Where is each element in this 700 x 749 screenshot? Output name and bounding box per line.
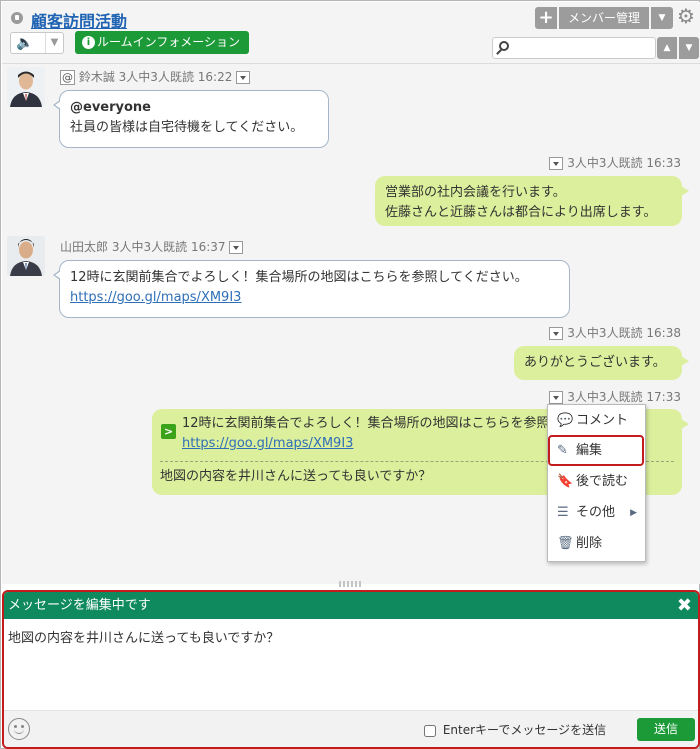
search-icon [499, 41, 509, 51]
editor-header: メッセージを編集中です ✖ [4, 592, 698, 619]
message-bubble[interactable]: ありがとうございます。 [514, 346, 689, 380]
resize-handle[interactable] [339, 581, 363, 587]
message-bubble[interactable]: @everyone 社員の皆様は自宅待機をしてください。 [53, 90, 329, 148]
message-context-menu: 💬 コメント ✎ 編集 🔖 後で読む ☰ その他 ▶ 🗑 削除 [547, 404, 646, 562]
timestamp: 16:37 [190, 240, 226, 254]
avatar-photo [7, 236, 45, 276]
editor-status-label: メッセージを編集中です [8, 598, 151, 613]
menu-item-delete[interactable]: 🗑 削除 [548, 530, 645, 558]
timestamp: 16:33 [646, 156, 681, 170]
message-meta: 3人中3人既読 16:38 [549, 324, 681, 341]
message-text: 12時に玄関前集合でよろしく！集合場所の地図はこちらを参照してください。 [70, 270, 528, 285]
message-text: ありがとうございます。 [524, 355, 666, 370]
mention-text: @everyone [70, 100, 151, 115]
lock-icon [11, 12, 23, 24]
send-button[interactable]: 送信 [637, 718, 695, 741]
timestamp: 16:22 [197, 70, 233, 84]
message-text: 社員の皆様は自宅待機をしてください。 [70, 120, 304, 135]
sender-name[interactable]: 鈴木誠 [79, 70, 115, 84]
quote-icon: > [161, 424, 176, 439]
message-meta: @ 鈴木誠 3人中3人既読 16:22 [60, 68, 251, 85]
room-info-label: ルームインフォメーション [97, 35, 241, 49]
read-status[interactable]: 3人中3人既読 [112, 240, 187, 254]
chevron-right-icon: ▶ [630, 508, 637, 518]
read-status[interactable]: 3人中3人既読 [567, 390, 642, 404]
quoted-link[interactable]: https://goo.gl/maps/XM9I3 [182, 436, 353, 451]
gear-icon[interactable]: ⚙ [677, 5, 695, 27]
message-text: 営業部の社内会議を行います。 [385, 185, 566, 200]
pencil-icon: ✎ [557, 443, 568, 458]
message-bubble[interactable]: 営業部の社内会議を行います。 佐藤さんと近藤さんは都合により出席します。 [375, 176, 689, 226]
enter-to-send-label: Enterキーでメッセージを送信 [442, 723, 607, 737]
menu-item-label: 削除 [576, 536, 603, 551]
enter-to-send-checkbox[interactable] [424, 724, 436, 737]
notification-sound-toggle[interactable]: 🔈 ▼ [10, 32, 64, 54]
editor-footer: Enterキーでメッセージを送信 送信 [4, 710, 698, 747]
info-icon: i [82, 36, 95, 49]
menu-item-label: 後で読む [576, 474, 629, 489]
list-icon: ☰ [557, 505, 569, 520]
search-next-button[interactable]: ▼ [679, 37, 699, 59]
enter-to-send-option[interactable]: Enterキーでメッセージを送信 [424, 721, 606, 738]
message-text: 地図の内容を井川さんに送っても良いですか？ [160, 469, 432, 484]
chat-window: 顧客訪問活動 🔈 ▼ i ルームインフォメーション + メンバー管理 ▼ ⚙ ▲… [0, 0, 700, 749]
message-meta: 山田太郎 3人中3人既読 16:37 [60, 238, 244, 255]
chevron-down-icon[interactable]: ▼ [45, 33, 63, 53]
emoji-icon[interactable] [8, 718, 30, 740]
trash-icon: 🗑 [557, 536, 574, 551]
message-menu-button[interactable] [229, 241, 244, 254]
message-meta: 3人中3人既読 16:33 [549, 154, 681, 171]
search-prev-button[interactable]: ▲ [657, 37, 677, 59]
menu-item-label: 編集 [576, 443, 603, 458]
menu-item-comment[interactable]: 💬 コメント [548, 407, 645, 435]
message-menu-button[interactable] [549, 327, 564, 340]
avatar-photo [7, 67, 45, 107]
menu-item-more[interactable]: ☰ その他 ▶ [548, 499, 645, 527]
avatar[interactable] [7, 236, 45, 276]
mention-icon: @ [60, 70, 75, 85]
message-search[interactable] [492, 37, 656, 59]
comment-icon: 💬 [557, 413, 574, 428]
member-dropdown-button[interactable]: ▼ [651, 7, 673, 29]
timestamp: 17:33 [646, 390, 681, 404]
search-input[interactable] [515, 39, 651, 57]
message-meta: 3人中3人既読 17:33 [549, 388, 681, 405]
menu-item-label: その他 [576, 505, 616, 520]
read-status[interactable]: 3人中3人既読 [567, 326, 642, 340]
speaker-icon: 🔈 [16, 35, 34, 51]
message-link[interactable]: https://goo.gl/maps/XM9I3 [70, 290, 241, 305]
sender-name[interactable]: 山田太郎 [60, 240, 108, 254]
read-status[interactable]: 3人中3人既読 [567, 156, 642, 170]
timestamp: 16:38 [646, 326, 681, 340]
menu-item-label: コメント [576, 413, 629, 428]
message-menu-button[interactable] [236, 71, 251, 84]
message-text: 佐藤さんと近藤さんは都合により出席します。 [385, 205, 657, 220]
avatar[interactable] [7, 67, 45, 107]
message-list[interactable]: @ 鈴木誠 3人中3人既読 16:22 @everyone 社員の皆様は自宅待機… [2, 64, 700, 584]
room-header: 顧客訪問活動 🔈 ▼ i ルームインフォメーション + メンバー管理 ▼ ⚙ ▲… [2, 2, 700, 64]
member-manage-button[interactable]: メンバー管理 [559, 7, 649, 29]
message-bubble[interactable]: 12時に玄関前集合でよろしく！集合場所の地図はこちらを参照してください。 htt… [53, 260, 570, 318]
add-member-button[interactable]: + [535, 7, 557, 29]
room-title[interactable]: 顧客訪問活動 [31, 8, 127, 32]
read-status[interactable]: 3人中3人既読 [119, 70, 194, 84]
bookmark-icon: 🔖 [557, 474, 574, 489]
message-editor: メッセージを編集中です ✖ Enterキーでメッセージを送信 送信 [2, 590, 700, 749]
close-icon[interactable]: ✖ [677, 592, 692, 619]
menu-item-edit[interactable]: ✎ 編集 [548, 435, 644, 466]
message-menu-button[interactable] [549, 391, 564, 404]
menu-item-read-later[interactable]: 🔖 後で読む [548, 468, 645, 496]
room-info-button[interactable]: i ルームインフォメーション [75, 31, 249, 54]
message-menu-button[interactable] [549, 157, 564, 170]
message-edit-textarea[interactable] [4, 619, 698, 710]
